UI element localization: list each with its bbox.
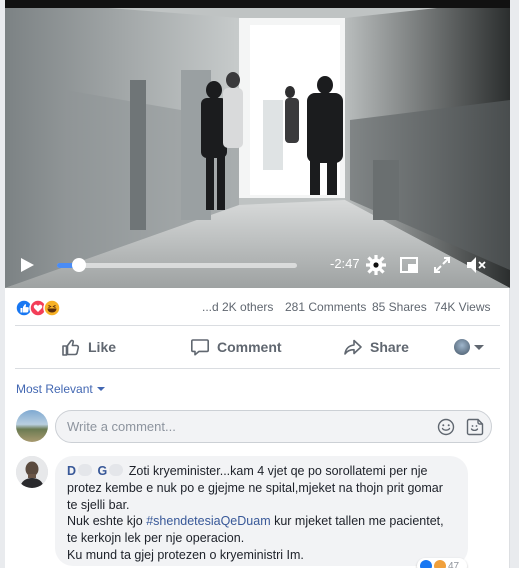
- time-remaining: -2:47: [330, 256, 360, 271]
- reactions-summary[interactable]: ...d 2K others: [202, 300, 273, 314]
- play-icon[interactable]: [19, 257, 35, 273]
- comment-button[interactable]: Comment: [190, 333, 282, 361]
- comment-reaction-count[interactable]: 47: [417, 558, 467, 568]
- thumbs-up-icon: [62, 339, 80, 356]
- comment-text-4a: Nuk eshte kjo: [67, 514, 147, 529]
- comment-bubble-icon: [191, 339, 209, 356]
- page-avatar: [454, 339, 470, 355]
- person-silhouette-icon: [16, 456, 48, 488]
- angry-reaction-icon: [434, 560, 446, 568]
- share-label: Share: [370, 339, 409, 355]
- video-player[interactable]: -2:47: [5, 0, 510, 288]
- fullscreen-icon[interactable]: [432, 255, 452, 275]
- comment-text-3: te sjelli bar.: [67, 497, 130, 512]
- video-post-card: -2:47 ...d 2K others 281 Comments 85 Sha…: [5, 0, 510, 568]
- video-scrubber-handle[interactable]: [71, 258, 86, 272]
- actions-divider: [15, 368, 500, 369]
- settings-gear-icon[interactable]: [366, 255, 386, 275]
- comment-sort-label: Most Relevant: [16, 382, 93, 396]
- comment-bubble: D G Zoti kryeminister...kam 4 vjet qe po…: [55, 456, 468, 566]
- comment-text-4b: kur mjeket tallen me pacientet,: [270, 514, 444, 529]
- comment-sort-dropdown[interactable]: Most Relevant: [16, 382, 105, 396]
- comment-reaction-number: 47: [448, 560, 460, 568]
- reaction-icons[interactable]: [15, 299, 71, 317]
- picture-in-picture-icon[interactable]: [399, 255, 419, 275]
- share-button[interactable]: Share: [343, 333, 409, 361]
- views-count: 74K Views: [434, 300, 491, 314]
- chevron-down-icon: [96, 387, 105, 391]
- share-arrow-icon: [344, 339, 362, 355]
- like-button[interactable]: Like: [61, 333, 116, 361]
- sticker-icon[interactable]: [466, 418, 484, 436]
- comment-text-4-line: Nuk eshte kjo #shendetesiaQeDuam kur mje…: [67, 513, 456, 530]
- stats-divider: [15, 325, 500, 326]
- video-controls: -2:47: [5, 250, 510, 280]
- like-label: Like: [88, 339, 117, 355]
- commenter-avatar[interactable]: [16, 456, 48, 488]
- shares-count[interactable]: 85 Shares: [372, 300, 427, 314]
- comment-label: Comment: [217, 339, 282, 355]
- comment-text-2: protez kembe e nuk po e gjejme ne spital…: [67, 480, 443, 495]
- like-reaction-icon: [420, 560, 432, 568]
- emoji-icon[interactable]: [437, 418, 455, 436]
- comment-input[interactable]: [56, 411, 426, 442]
- current-user-avatar[interactable]: [16, 410, 48, 442]
- haha-reaction-icon: [43, 299, 61, 317]
- chevron-down-icon: [474, 344, 484, 350]
- comment-text-6: Ku mund ta gjej protezen o kryeministri …: [67, 547, 304, 562]
- hashtag-link[interactable]: #shendetesiaQeDuam: [146, 514, 270, 528]
- post-as-selector[interactable]: [454, 339, 484, 355]
- comment-author[interactable]: D G: [67, 464, 125, 478]
- post-stats: ...d 2K others 281 Comments 85 Shares 74…: [5, 292, 510, 322]
- muted-volume-icon[interactable]: [466, 255, 486, 275]
- post-action-bar: Like Comment Share: [5, 327, 510, 367]
- video-frame: [5, 0, 510, 288]
- comments-count[interactable]: 281 Comments: [285, 300, 366, 314]
- video-progress-bar[interactable]: [57, 258, 297, 272]
- comment-first-line: D G Zoti kryeminister...kam 4 vjet qe po…: [67, 463, 456, 480]
- comment-composer: [55, 410, 492, 443]
- comment-text-1: Zoti kryeminister...kam 4 vjet qe po sor…: [128, 464, 428, 478]
- comment-text-5: te kerkojn lek per nje operacion.: [67, 531, 245, 546]
